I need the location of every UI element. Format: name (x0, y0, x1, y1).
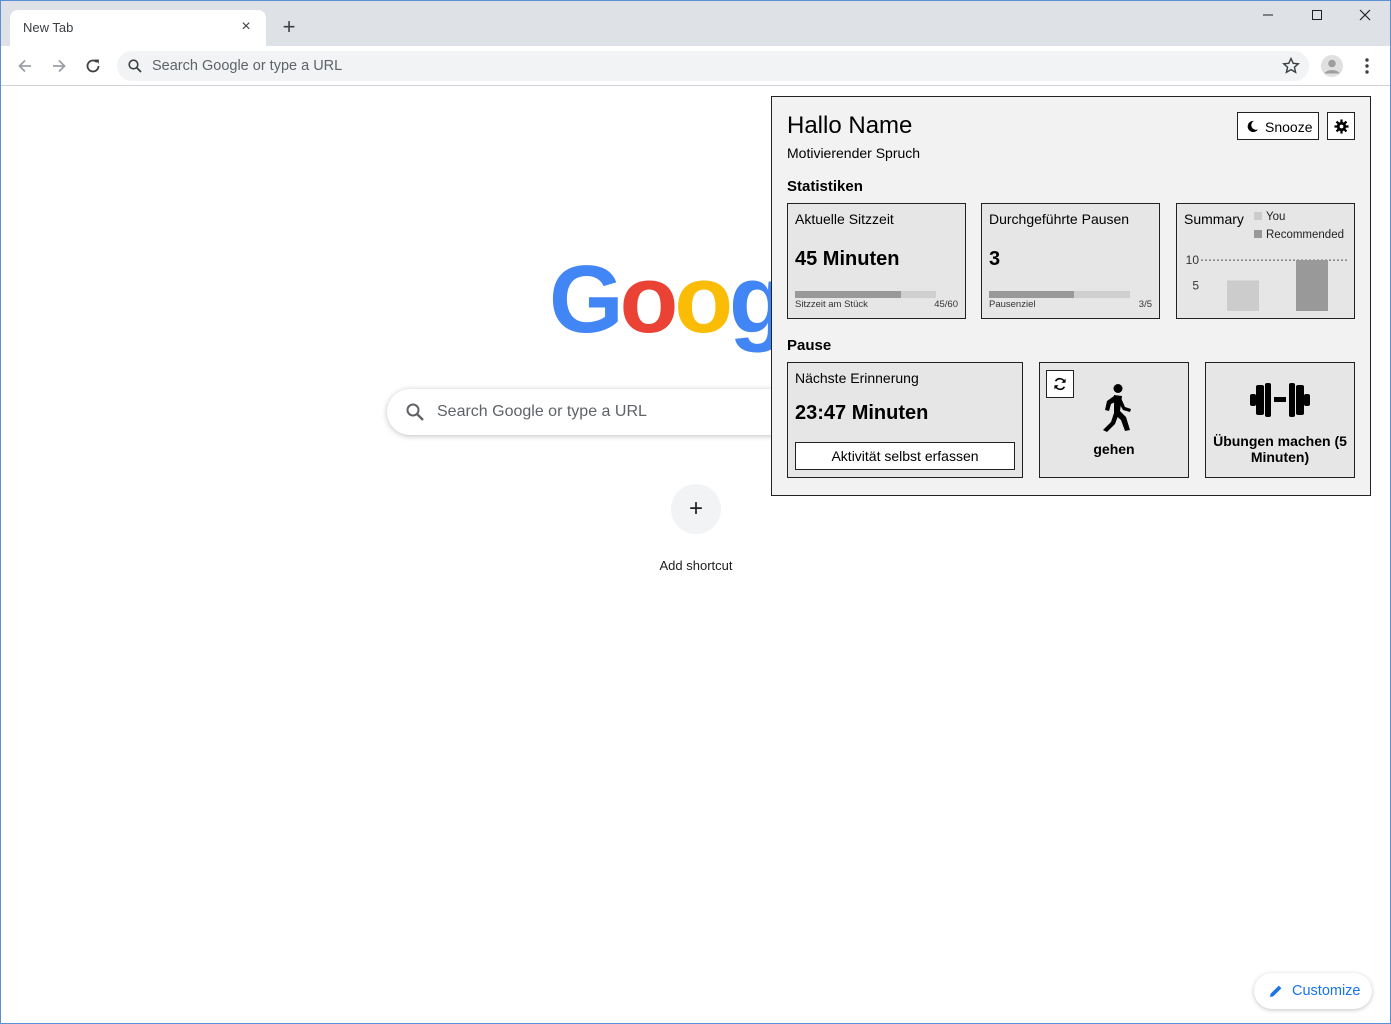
search-icon (128, 59, 142, 73)
walk-label: gehen (1093, 441, 1135, 457)
omnibox[interactable]: Search Google or type a URL (117, 51, 1309, 81)
menu-dots-icon (1365, 58, 1369, 74)
moon-icon (1247, 120, 1259, 133)
forward-icon (53, 59, 66, 73)
back-icon (18, 59, 31, 73)
logo-letter: G (549, 246, 624, 353)
sitting-bar-label: Sitzzeit am Stück (795, 299, 868, 310)
sitting-bar-value: 45/60 (934, 299, 958, 310)
sitting-progress-fill (795, 291, 901, 298)
minimize-button[interactable] (1256, 7, 1280, 27)
minimize-icon (1263, 14, 1273, 16)
settings-button[interactable] (1327, 112, 1355, 140)
maximize-button[interactable] (1305, 7, 1329, 27)
exercise-activity-card[interactable]: Übungen machen (5 Minuten) (1205, 362, 1355, 478)
next-reminder-value: 23:47 Minuten (795, 402, 929, 424)
maximize-icon (1312, 10, 1322, 20)
star-icon[interactable] (1281, 56, 1301, 76)
breaks-value: 3 (989, 248, 1001, 270)
breaks-progress-fill (989, 291, 1074, 298)
tab-new-tab[interactable]: New Tab × (10, 10, 266, 46)
walk-activity-card[interactable]: gehen (1039, 362, 1189, 478)
logo-letter: o (619, 246, 679, 353)
sitting-time-card: Aktuelle Sitzzeit 45 Minuten Sitzzeit am… (787, 203, 966, 319)
breaks-bar-value: 3/5 (1138, 299, 1152, 310)
statistics-heading: Statistiken (787, 178, 863, 195)
tab-strip: New Tab × + (1, 1, 1390, 46)
log-activity-button[interactable]: Aktivität selbst erfassen (795, 442, 1015, 470)
y-tick-label: 10 (1186, 253, 1200, 267)
sitting-time-value: 45 Minuten (795, 248, 900, 270)
tab-close-icon[interactable]: × (236, 17, 256, 37)
pause-heading: Pause (787, 337, 832, 354)
walking-icon (1103, 384, 1131, 432)
avatar[interactable] (1321, 55, 1343, 77)
reload-icon (86, 59, 100, 73)
customize-button[interactable]: Customize (1254, 973, 1372, 1009)
search-icon (406, 403, 424, 421)
dumbbell-icon (1250, 383, 1310, 417)
google-logo: Goog (549, 245, 788, 355)
y-tick-label: 5 (1192, 279, 1199, 293)
omnibox-input[interactable]: Search Google or type a URL (152, 58, 342, 74)
close-icon (1359, 9, 1371, 21)
snooze-button[interactable]: Snooze (1237, 112, 1319, 140)
next-reminder-title: Nächste Erinnerung (795, 370, 919, 386)
bar-recommended (1296, 260, 1328, 311)
gear-icon (1334, 119, 1349, 134)
break-reminder-panel: Hallo Name Motivierender Spruch Snooze S… (771, 96, 1371, 496)
snooze-label: Snooze (1265, 119, 1313, 135)
pencil-icon (1270, 985, 1282, 997)
browser-window: New Tab × + Search Google or type a URL (0, 0, 1391, 1024)
close-window-button[interactable] (1353, 7, 1377, 27)
ntp-search-input[interactable]: Search Google or type a URL (437, 403, 647, 421)
breaks-card: Durchgeführte Pausen 3 Pausenziel 3/5 (981, 203, 1160, 319)
bar-you (1227, 280, 1259, 311)
greeting-title: Hallo Name (787, 112, 913, 139)
back-button[interactable] (13, 54, 37, 78)
motivational-quote: Motivierender Spruch (787, 145, 921, 161)
refresh-button[interactable] (1046, 370, 1074, 398)
refresh-icon (1054, 377, 1066, 391)
new-tab-button[interactable]: + (277, 15, 301, 39)
summary-bar-chart: 10 5 (1186, 253, 1348, 311)
summary-card: Summary You Recommended 10 5 (1176, 203, 1355, 319)
add-shortcut-label[interactable]: Add shortcut (641, 558, 751, 573)
breaks-title: Durchgeführte Pausen (989, 211, 1130, 227)
breaks-progress-bar (989, 291, 1130, 298)
avatar-icon (1321, 55, 1343, 77)
sitting-progress-bar (795, 291, 936, 298)
sitting-time-title: Aktuelle Sitzzeit (795, 211, 894, 227)
add-shortcut-button[interactable]: + (671, 484, 721, 534)
tab-title: New Tab (23, 20, 74, 35)
breaks-bar-label: Pausenziel (989, 299, 1036, 310)
reload-button[interactable] (81, 54, 105, 78)
forward-button[interactable] (47, 54, 71, 78)
exercise-label: Übungen machen (5 Minuten) (1213, 433, 1347, 465)
customize-label: Customize (1292, 983, 1361, 999)
menu-button[interactable] (1357, 54, 1377, 78)
logo-letter: o (674, 246, 733, 353)
browser-toolbar: Search Google or type a URL (1, 46, 1390, 86)
next-reminder-card: Nächste Erinnerung 23:47 Minuten Aktivit… (787, 362, 1023, 478)
